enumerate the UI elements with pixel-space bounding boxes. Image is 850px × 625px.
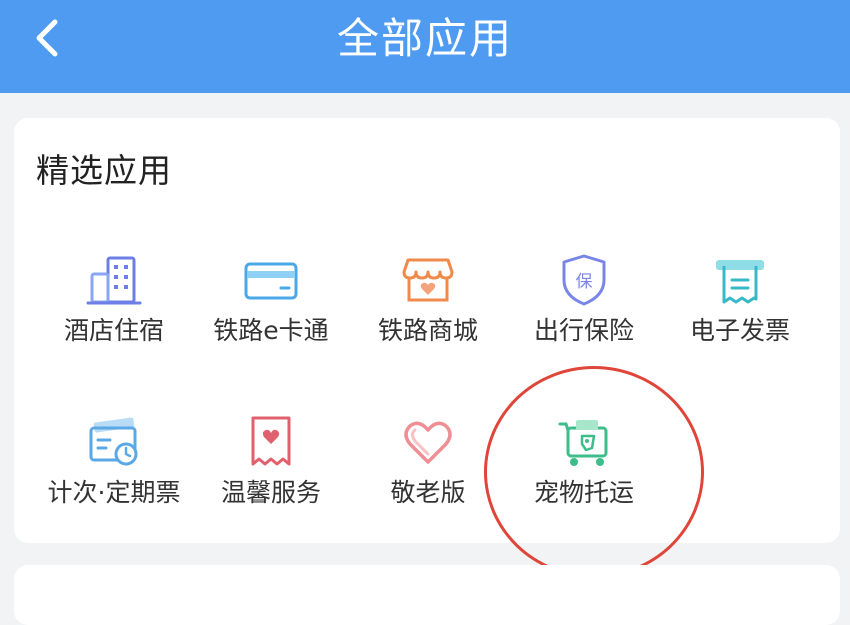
- periodic-ticket-icon: [86, 414, 142, 470]
- railway-card-icon: [243, 252, 299, 308]
- warm-service-heart-icon: [243, 414, 299, 470]
- pet-carrier-cart-icon: [556, 414, 612, 470]
- app-label: 温馨服务: [220, 478, 321, 507]
- travel-insurance-shield-icon: 保: [556, 252, 612, 308]
- app-label: 电子发票: [689, 316, 790, 345]
- page-title: 全部应用: [336, 14, 513, 63]
- app-label: 宠物托运: [533, 478, 634, 507]
- app-periodic-ticket[interactable]: 计次·定期票: [34, 414, 194, 524]
- app-label: 铁路e卡通: [213, 316, 329, 345]
- app-railway-mall[interactable]: 铁路商城: [348, 252, 508, 362]
- app-warm-service[interactable]: 温馨服务: [191, 414, 351, 524]
- app-label: 铁路商城: [377, 316, 478, 345]
- app-railway-card[interactable]: 铁路e卡通: [191, 252, 351, 362]
- e-invoice-icon: [712, 252, 768, 308]
- svg-text:保: 保: [576, 272, 593, 292]
- next-section-card: [14, 565, 840, 625]
- app-pet-shipping[interactable]: 宠物托运: [504, 414, 664, 524]
- app-travel-insurance[interactable]: 保 出行保险: [504, 252, 664, 362]
- app-header: 全部应用: [0, 0, 850, 93]
- railway-mall-shop-icon: [400, 252, 456, 308]
- app-elderly-version[interactable]: 敬老版: [348, 414, 508, 524]
- elderly-heart-icon: [400, 414, 456, 470]
- app-e-invoice[interactable]: 电子发票: [660, 252, 820, 362]
- app-label: 出行保险: [533, 316, 634, 345]
- app-label: 计次·定期票: [47, 478, 181, 507]
- hotel-building-icon: [86, 252, 142, 308]
- app-label: 酒店住宿: [63, 316, 164, 345]
- section-title: 精选应用: [36, 151, 172, 190]
- app-hotel[interactable]: 酒店住宿: [34, 252, 194, 362]
- app-label: 敬老版: [390, 478, 466, 507]
